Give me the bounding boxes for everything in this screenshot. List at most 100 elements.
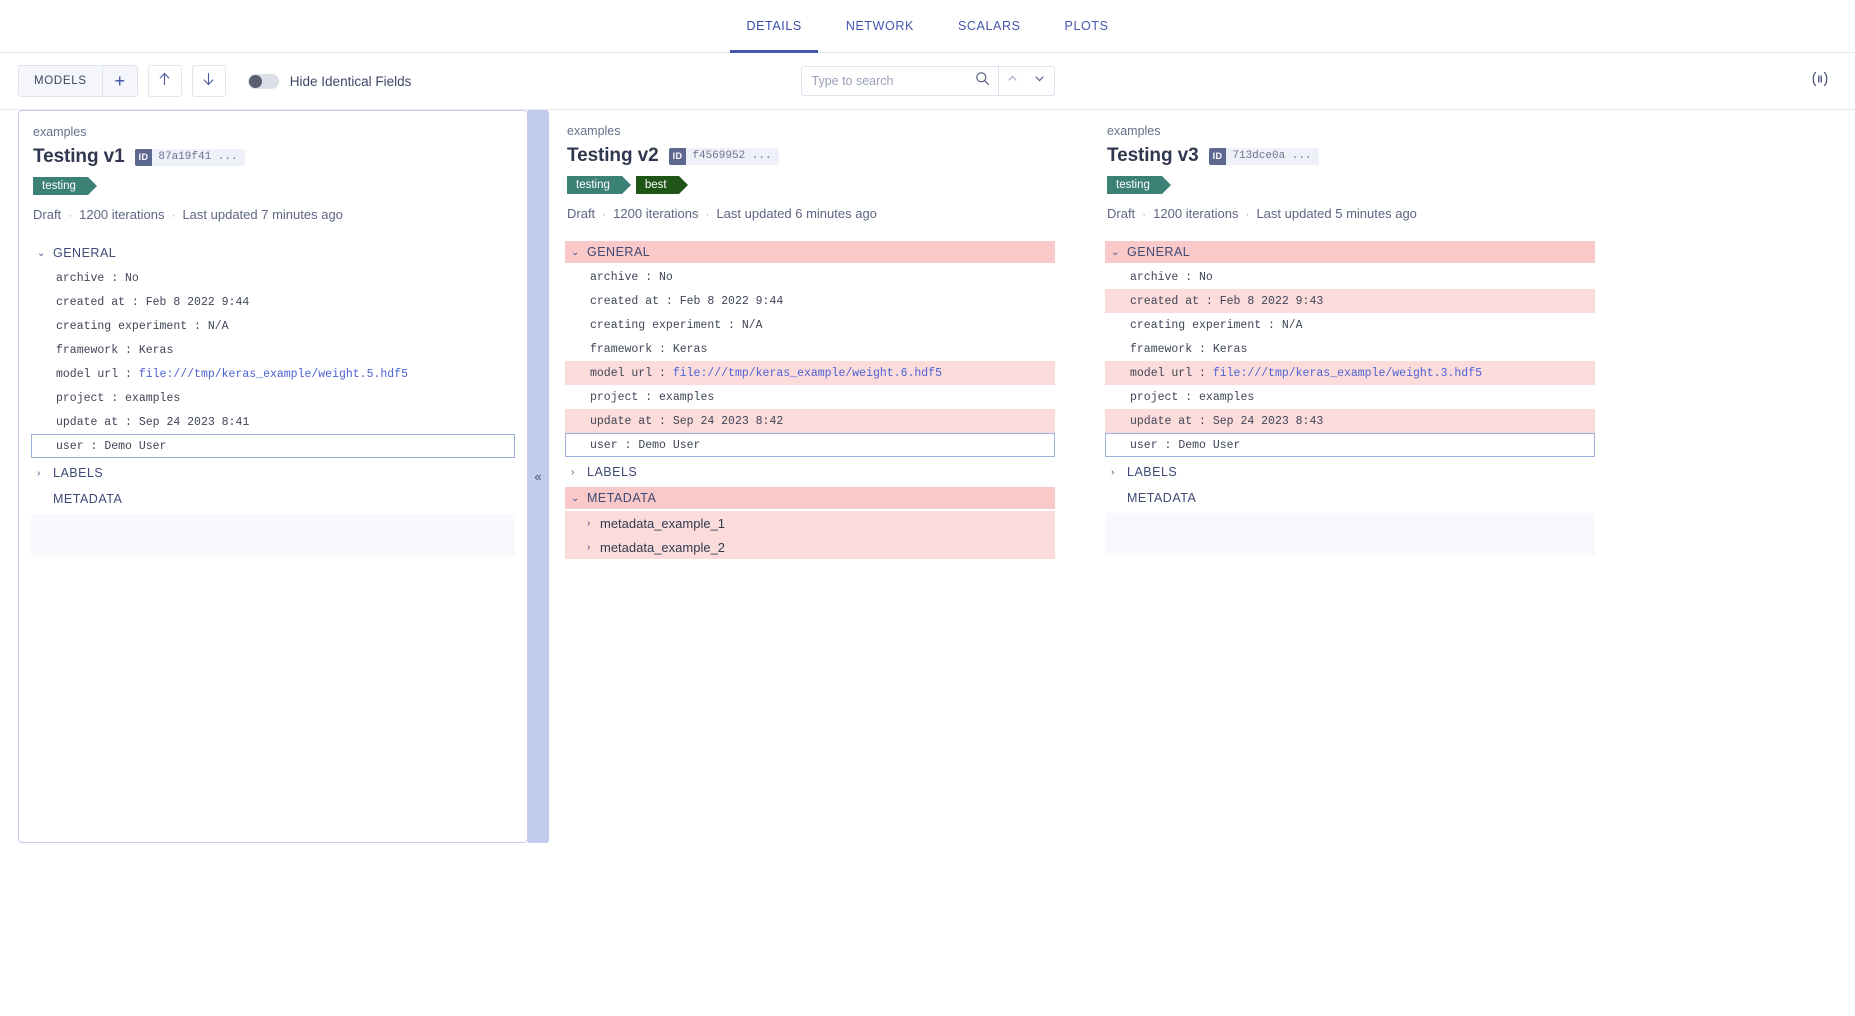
metadata-item[interactable]: ›metadata_example_1 xyxy=(565,511,1055,535)
tag-list: testing xyxy=(31,177,515,195)
project-name[interactable]: examples xyxy=(1105,124,1595,138)
tag-testing[interactable]: testing xyxy=(33,177,88,195)
field-separator: : xyxy=(638,271,659,284)
tag-testing[interactable]: testing xyxy=(1107,176,1162,194)
tag-list: testing best xyxy=(565,176,1055,194)
field-key: user xyxy=(590,439,618,452)
tag-best[interactable]: best xyxy=(636,176,679,194)
id-badge-label: ID xyxy=(135,149,153,166)
empty-metadata-placeholder xyxy=(1105,513,1595,555)
field-row[interactable]: archive : No xyxy=(1105,265,1595,289)
tag-testing[interactable]: testing xyxy=(567,176,622,194)
chevron-right-icon: › xyxy=(1111,467,1123,478)
field-row[interactable]: archive : No xyxy=(565,265,1055,289)
field-value[interactable]: file:///tmp/keras_example/weight.3.hdf5 xyxy=(1213,367,1482,380)
field-row[interactable]: creating experiment : N/A xyxy=(1105,313,1595,337)
model-title[interactable]: Testing v3 xyxy=(1107,145,1199,167)
field-value: examples xyxy=(659,391,714,404)
model-title[interactable]: Testing v2 xyxy=(567,145,659,167)
model-id-chip[interactable]: ID87a19f41 ... xyxy=(135,149,245,166)
field-row[interactable]: archive : No xyxy=(31,266,515,290)
field-value[interactable]: file:///tmp/keras_example/weight.5.hdf5 xyxy=(139,368,408,381)
section-header-metadata[interactable]: METADATA xyxy=(31,488,515,510)
search-box[interactable] xyxy=(801,66,999,96)
chevron-right-icon: › xyxy=(571,467,583,478)
field-value: No xyxy=(659,271,673,284)
move-down-button[interactable] xyxy=(192,65,226,97)
section-header-general[interactable]: ⌄ GENERAL xyxy=(565,241,1055,263)
section-header-metadata[interactable]: METADATA xyxy=(1105,487,1595,509)
field-row[interactable]: project : examples xyxy=(565,385,1055,409)
field-row[interactable]: project : examples xyxy=(31,386,515,410)
field-row[interactable]: update at : Sep 24 2023 8:42 xyxy=(565,409,1055,433)
section-header-labels[interactable]: ›LABELS xyxy=(31,462,515,484)
field-row[interactable]: framework : Keras xyxy=(565,337,1055,361)
project-name[interactable]: examples xyxy=(565,124,1055,138)
status-badge: Draft xyxy=(1107,206,1135,221)
tab-plots[interactable]: PLOTS xyxy=(1043,0,1131,53)
field-value[interactable]: file:///tmp/keras_example/weight.6.hdf5 xyxy=(673,367,942,380)
chevron-down-icon[interactable] xyxy=(1033,72,1046,90)
field-row[interactable]: model url : file:///tmp/keras_example/we… xyxy=(31,362,515,386)
field-row[interactable]: model url : file:///tmp/keras_example/we… xyxy=(1105,361,1595,385)
field-key: created at xyxy=(1130,295,1199,308)
field-row[interactable]: user : Demo User xyxy=(565,433,1055,457)
metadata-item[interactable]: ›metadata_example_2 xyxy=(565,535,1055,559)
last-updated-text: Last updated 6 minutes ago xyxy=(716,206,876,221)
field-separator: : xyxy=(652,367,673,380)
field-row[interactable]: creating experiment : N/A xyxy=(565,313,1055,337)
field-value: Demo User xyxy=(104,440,166,453)
field-separator: : xyxy=(187,320,208,333)
field-separator: : xyxy=(118,368,139,381)
field-row[interactable]: user : Demo User xyxy=(1105,433,1595,457)
section-header-labels[interactable]: ›LABELS xyxy=(565,461,1055,483)
field-row[interactable]: framework : Keras xyxy=(31,338,515,362)
hide-identical-fields-toggle[interactable] xyxy=(248,74,279,89)
section-header-metadata[interactable]: ⌄METADATA xyxy=(565,487,1055,509)
field-row[interactable]: update at : Sep 24 2023 8:43 xyxy=(1105,409,1595,433)
field-row[interactable]: created at : Feb 8 2022 9:43 xyxy=(1105,289,1595,313)
hide-identical-fields-label: Hide Identical Fields xyxy=(290,74,412,89)
section-header-general[interactable]: ⌄GENERAL xyxy=(31,242,515,264)
compare-history-button[interactable] xyxy=(1807,68,1833,94)
field-row[interactable]: created at : Feb 8 2022 9:44 xyxy=(31,290,515,314)
models-button[interactable]: MODELS xyxy=(18,65,102,97)
model-id-chip[interactable]: ID713dce0a ... xyxy=(1209,148,1319,165)
field-value: Keras xyxy=(1213,343,1248,356)
search-input[interactable] xyxy=(812,74,975,88)
field-separator: : xyxy=(104,392,125,405)
field-value: Sep 24 2023 8:43 xyxy=(1213,415,1323,428)
field-sections: ⌄GENERALarchive : Nocreated at : Feb 8 2… xyxy=(1105,241,1595,555)
tab-details[interactable]: DETAILS xyxy=(724,0,823,53)
project-name[interactable]: examples xyxy=(31,125,515,139)
tab-network[interactable]: NETWORK xyxy=(824,0,936,53)
field-row[interactable]: created at : Feb 8 2022 9:44 xyxy=(565,289,1055,313)
search-navigation xyxy=(999,66,1055,96)
chevron-up-icon[interactable] xyxy=(1006,72,1019,90)
hide-identical-fields-control[interactable]: Hide Identical Fields xyxy=(248,74,412,89)
section-header-labels[interactable]: ›LABELS xyxy=(1105,461,1595,483)
section-header-general[interactable]: ⌄GENERAL xyxy=(1105,241,1595,263)
field-separator: : xyxy=(1178,391,1199,404)
field-row[interactable]: model url : file:///tmp/keras_example/we… xyxy=(565,361,1055,385)
field-row[interactable]: creating experiment : N/A xyxy=(31,314,515,338)
field-row[interactable]: framework : Keras xyxy=(1105,337,1595,361)
tab-list: DETAILSNETWORKSCALARSPLOTS xyxy=(724,0,1130,53)
collapse-columns-handle[interactable]: « xyxy=(527,110,549,843)
toggle-knob xyxy=(249,75,262,88)
id-badge-label: ID xyxy=(1209,148,1227,165)
field-row[interactable]: user : Demo User xyxy=(31,434,515,458)
last-updated-text: Last updated 7 minutes ago xyxy=(182,207,342,222)
model-title[interactable]: Testing v1 xyxy=(33,146,125,168)
iterations-count: 1200 iterations xyxy=(79,207,164,222)
tab-scalars[interactable]: SCALARS xyxy=(936,0,1043,53)
move-up-button[interactable] xyxy=(148,65,182,97)
model-id-chip[interactable]: IDf4569952 ... xyxy=(669,148,779,165)
field-row[interactable]: update at : Sep 24 2023 8:41 xyxy=(31,410,515,434)
chevron-down-icon: ⌄ xyxy=(571,250,583,255)
add-model-button[interactable]: + xyxy=(102,65,138,97)
field-row[interactable]: project : examples xyxy=(1105,385,1595,409)
search-icon[interactable] xyxy=(975,71,990,91)
section-label: GENERAL xyxy=(587,245,650,259)
model-card: examples Testing v3 ID713dce0a ... testing D… xyxy=(1105,110,1595,843)
